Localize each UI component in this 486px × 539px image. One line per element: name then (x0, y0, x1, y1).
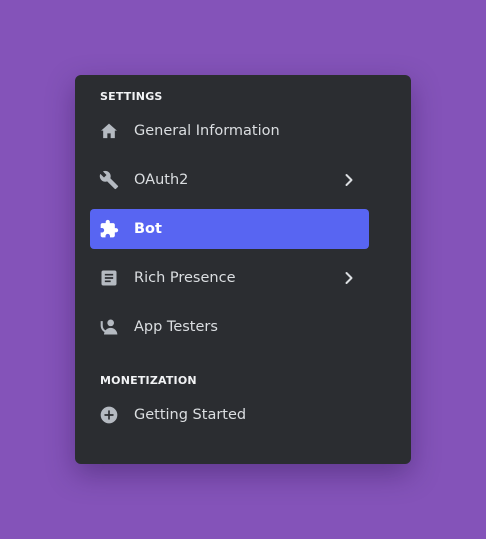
nav-item-label: Rich Presence (134, 270, 236, 286)
puzzle-piece-icon (99, 219, 119, 239)
wrench-icon (99, 170, 119, 190)
home-icon (99, 121, 119, 141)
settings-menu-panel: SETTINGS General Information OAuth2 Bot … (75, 75, 411, 464)
nav-item-label: Getting Started (134, 407, 247, 423)
document-icon (99, 268, 119, 288)
nav-item-getting-started[interactable]: Getting Started (90, 395, 369, 435)
nav-item-app-testers[interactable]: App Testers (90, 307, 369, 347)
plus-circle-icon (99, 405, 119, 425)
chevron-right-icon (342, 271, 356, 285)
settings-section-header: SETTINGS (100, 90, 163, 103)
user-testers-icon (99, 317, 119, 337)
nav-item-rich-presence[interactable]: Rich Presence (90, 258, 369, 298)
nav-item-label: App Testers (134, 319, 218, 335)
chevron-right-icon (342, 173, 356, 187)
nav-item-bot[interactable]: Bot (90, 209, 369, 249)
monetization-section-header: MONETIZATION (100, 374, 197, 387)
nav-item-general-information[interactable]: General Information (90, 111, 369, 151)
nav-item-label: General Information (134, 123, 280, 139)
nav-item-label: Bot (134, 221, 162, 237)
nav-item-oauth2[interactable]: OAuth2 (90, 160, 369, 200)
nav-item-label: OAuth2 (134, 172, 189, 188)
